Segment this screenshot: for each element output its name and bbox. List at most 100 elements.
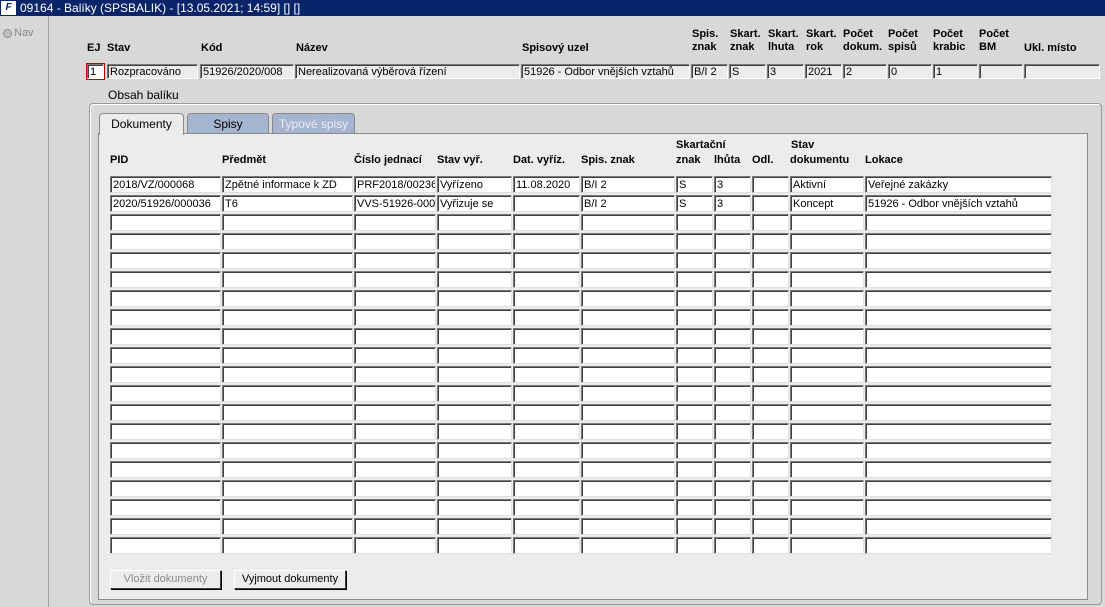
cell-cislo-jednaci[interactable] <box>354 309 436 326</box>
cell-stav-vyr[interactable] <box>437 214 512 231</box>
cell-odl[interactable] <box>752 290 789 307</box>
cell-skart-znak[interactable]: S <box>676 176 713 193</box>
cell-skart-znak[interactable] <box>676 461 713 478</box>
cell-dat-vyriz[interactable] <box>513 214 580 231</box>
cell-lokace[interactable] <box>865 442 1052 459</box>
cell-cislo-jednaci[interactable] <box>354 499 436 516</box>
cell-dat-vyriz[interactable] <box>513 309 580 326</box>
cell-pid[interactable] <box>110 214 221 231</box>
cell-pid[interactable] <box>110 290 221 307</box>
cell-stav-vyr[interactable] <box>437 404 512 421</box>
nazev-field[interactable]: Nerealizovaná výběrová řízení <box>295 64 520 79</box>
cell-pid[interactable] <box>110 537 221 554</box>
cell-stav-dokumentu[interactable] <box>790 461 864 478</box>
cell-skart-lhuta[interactable]: 3 <box>714 176 751 193</box>
cell-odl[interactable] <box>752 423 789 440</box>
cell-skart-znak[interactable] <box>676 309 713 326</box>
cell-skart-znak[interactable] <box>676 423 713 440</box>
cell-stav-vyr[interactable] <box>437 366 512 383</box>
cell-odl[interactable] <box>752 366 789 383</box>
pocet-dokum-field[interactable]: 2 <box>843 64 887 79</box>
cell-stav-dokumentu[interactable] <box>790 233 864 250</box>
cell-spis-znak[interactable] <box>581 423 675 440</box>
cell-lokace[interactable] <box>865 385 1052 402</box>
cell-predmet[interactable] <box>222 442 353 459</box>
cell-predmet[interactable] <box>222 537 353 554</box>
cell-pid[interactable] <box>110 480 221 497</box>
cell-pid[interactable] <box>110 442 221 459</box>
cell-dat-vyriz[interactable] <box>513 252 580 269</box>
cell-spis-znak[interactable] <box>581 347 675 364</box>
cell-odl[interactable] <box>752 404 789 421</box>
cell-skart-znak[interactable] <box>676 290 713 307</box>
cell-pid[interactable] <box>110 499 221 516</box>
pocet-bm-field[interactable] <box>979 64 1023 79</box>
cell-stav-vyr[interactable] <box>437 252 512 269</box>
cell-skart-znak[interactable] <box>676 366 713 383</box>
cell-predmet[interactable] <box>222 480 353 497</box>
cell-odl[interactable] <box>752 195 789 212</box>
cell-cislo-jednaci[interactable] <box>354 385 436 402</box>
cell-odl[interactable] <box>752 518 789 535</box>
cell-spis-znak[interactable] <box>581 404 675 421</box>
skart-znak-field[interactable]: S <box>729 64 766 79</box>
radio-icon[interactable] <box>3 28 12 38</box>
cell-cislo-jednaci[interactable] <box>354 404 436 421</box>
cell-pid[interactable]: 2020/51926/000036 <box>110 195 221 212</box>
cell-lokace[interactable] <box>865 233 1052 250</box>
cell-predmet[interactable] <box>222 404 353 421</box>
cell-cislo-jednaci[interactable] <box>354 290 436 307</box>
cell-dat-vyriz[interactable] <box>513 347 580 364</box>
cell-skart-lhuta[interactable] <box>714 385 751 402</box>
cell-dat-vyriz[interactable] <box>513 366 580 383</box>
cell-cislo-jednaci[interactable] <box>354 423 436 440</box>
cell-odl[interactable] <box>752 537 789 554</box>
cell-spis-znak[interactable] <box>581 309 675 326</box>
cell-lokace[interactable] <box>865 404 1052 421</box>
cell-stav-dokumentu[interactable] <box>790 290 864 307</box>
cell-dat-vyriz[interactable] <box>513 480 580 497</box>
cell-spis-znak[interactable] <box>581 290 675 307</box>
cell-stav-dokumentu[interactable] <box>790 518 864 535</box>
cell-lokace[interactable] <box>865 271 1052 288</box>
cell-cislo-jednaci[interactable] <box>354 252 436 269</box>
cell-predmet[interactable] <box>222 290 353 307</box>
cell-lokace[interactable] <box>865 499 1052 516</box>
cell-stav-vyr[interactable] <box>437 233 512 250</box>
cell-stav-dokumentu[interactable] <box>790 347 864 364</box>
skart-rok-field[interactable]: 2021 <box>805 64 842 79</box>
cell-predmet[interactable] <box>222 461 353 478</box>
cell-stav-dokumentu[interactable] <box>790 366 864 383</box>
cell-stav-dokumentu[interactable] <box>790 252 864 269</box>
cell-stav-vyr[interactable]: Vyřizuje se <box>437 195 512 212</box>
cell-pid[interactable] <box>110 347 221 364</box>
cell-predmet[interactable] <box>222 252 353 269</box>
cell-stav-vyr[interactable] <box>437 347 512 364</box>
cell-cislo-jednaci[interactable] <box>354 518 436 535</box>
cell-stav-dokumentu[interactable] <box>790 309 864 326</box>
cell-cislo-jednaci[interactable] <box>354 480 436 497</box>
cell-predmet[interactable] <box>222 233 353 250</box>
cell-odl[interactable] <box>752 176 789 193</box>
cell-odl[interactable] <box>752 480 789 497</box>
cell-predmet[interactable] <box>222 518 353 535</box>
cell-stav-vyr[interactable] <box>437 518 512 535</box>
cell-skart-lhuta[interactable] <box>714 347 751 364</box>
cell-cislo-jednaci[interactable] <box>354 537 436 554</box>
cell-predmet[interactable] <box>222 347 353 364</box>
cell-pid[interactable] <box>110 385 221 402</box>
cell-dat-vyriz[interactable] <box>513 423 580 440</box>
cell-pid[interactable] <box>110 233 221 250</box>
cell-spis-znak[interactable] <box>581 214 675 231</box>
cell-skart-znak[interactable] <box>676 404 713 421</box>
cell-spis-znak[interactable] <box>581 366 675 383</box>
cell-lokace[interactable] <box>865 423 1052 440</box>
cell-dat-vyriz[interactable] <box>513 290 580 307</box>
cell-lokace[interactable]: Veřejné zakázky <box>865 176 1052 193</box>
cell-odl[interactable] <box>752 461 789 478</box>
cell-dat-vyriz[interactable] <box>513 442 580 459</box>
cell-pid[interactable] <box>110 309 221 326</box>
cell-skart-lhuta[interactable] <box>714 271 751 288</box>
cell-stav-dokumentu[interactable] <box>790 328 864 345</box>
cell-lokace[interactable] <box>865 309 1052 326</box>
